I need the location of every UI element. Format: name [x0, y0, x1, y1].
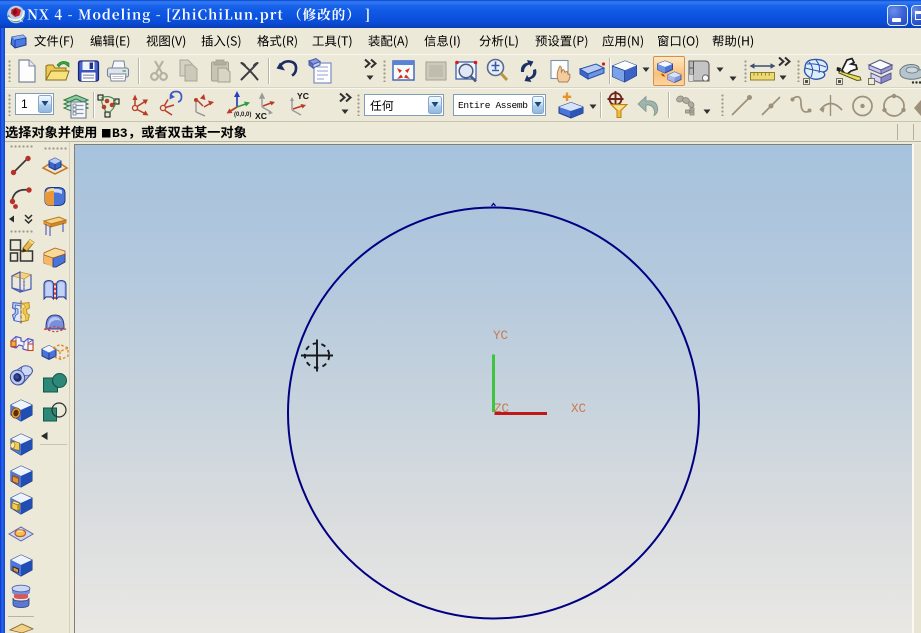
svg-text:B3: B3: [112, 126, 128, 141]
svg-text:(0,0,0): (0,0,0): [234, 112, 251, 118]
svg-text:YC: YC: [297, 91, 309, 101]
svg-text:YC: YC: [493, 329, 508, 343]
svg-text:ZC: ZC: [494, 402, 509, 416]
svg-text:XC: XC: [571, 402, 586, 416]
svg-text:XC: XC: [255, 111, 267, 121]
